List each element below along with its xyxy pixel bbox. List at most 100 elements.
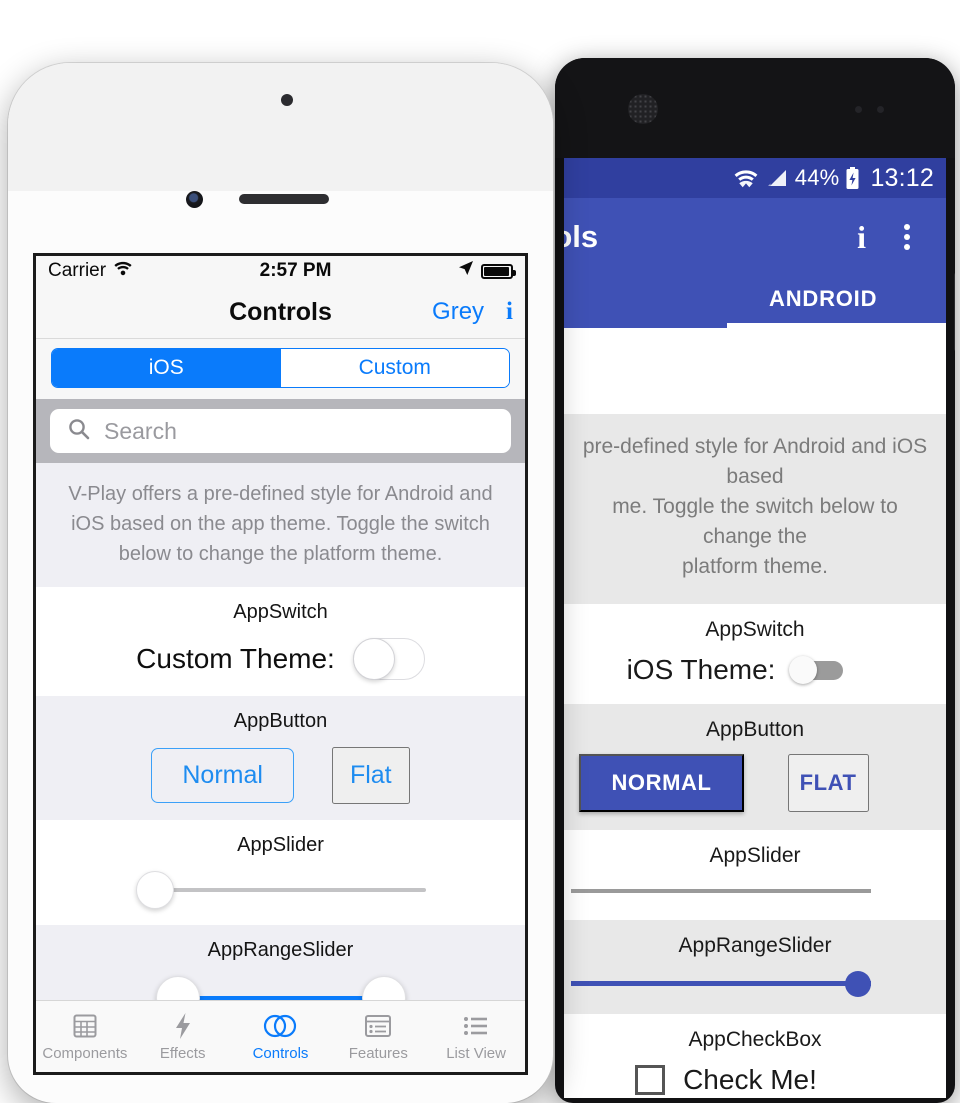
ios-switch-section: AppSwitch Custom Theme:	[36, 587, 525, 696]
ios-tab-bar: Components Effects Controls Features Lis…	[36, 1000, 525, 1072]
tab-features[interactable]: Features	[329, 1011, 427, 1062]
android-app-bar: ntrols i	[564, 198, 946, 276]
android-range-slider-section: AppRangeSlider	[564, 920, 946, 1014]
tab-label: Features	[348, 1045, 408, 1062]
slider-track	[153, 888, 426, 892]
tab-android[interactable]: ANDROID	[769, 286, 877, 312]
ios-flat-button[interactable]: Flat	[331, 747, 410, 804]
ios-button-section: AppButton Normal Flat	[36, 696, 525, 820]
ios-theme-switch[interactable]	[352, 638, 425, 680]
battery-percent-label: 44%	[794, 165, 840, 190]
location-arrow-icon	[458, 260, 474, 282]
ios-description-text: V-Play offers a pre-defined style for An…	[36, 463, 525, 587]
list-icon	[462, 1011, 490, 1041]
android-checkbox-section: AppCheckBox Check Me!	[564, 1014, 946, 1098]
android-theme-switch[interactable]	[789, 656, 844, 684]
ios-switch-label: Custom Theme:	[136, 643, 335, 674]
iphone-top-bezel	[8, 63, 553, 191]
android-content: pre-defined style for Android and iOS ba…	[564, 328, 946, 1098]
tab-effects[interactable]: Effects	[134, 1011, 232, 1062]
tab-label: Effects	[159, 1045, 206, 1062]
android-switch-label: iOS Theme:	[626, 654, 776, 685]
ios-slider[interactable]	[135, 871, 426, 909]
android-flat-button[interactable]: FLAT	[787, 754, 869, 812]
screenshot-stage: 44% 13:12 ntrols i ANDROID pre-define	[0, 0, 960, 1103]
info-icon[interactable]: i	[857, 219, 866, 256]
proximity-sensor-icon	[281, 94, 293, 106]
android-checkbox-title: AppCheckBox	[688, 1028, 822, 1051]
android-button-title: AppButton	[705, 718, 805, 741]
ios-button-title: AppButton	[233, 710, 328, 732]
android-slider-title: AppSlider	[709, 844, 801, 867]
ios-page-title: Controls	[229, 297, 332, 326]
android-normal-button[interactable]: NORMAL	[579, 754, 744, 812]
ios-nav-bar: Controls Grey i	[36, 286, 525, 339]
carrier-label: Carrier	[48, 260, 107, 281]
range-slider-knob-right[interactable]	[845, 971, 871, 997]
android-content-spacer	[564, 328, 946, 414]
range-slider-track	[571, 981, 871, 986]
android-switch-title: AppSwitch	[705, 618, 805, 641]
wifi-icon	[733, 167, 759, 189]
grid-icon	[72, 1011, 98, 1041]
android-description-text: pre-defined style for Android and iOS ba…	[564, 414, 946, 604]
search-icon	[68, 418, 90, 445]
ios-normal-button[interactable]: Normal	[151, 748, 294, 803]
android-slider-section: AppSlider	[564, 830, 946, 920]
slider-knob[interactable]	[135, 871, 174, 909]
android-checkbox[interactable]	[635, 1065, 666, 1095]
android-page-title: ntrols	[564, 219, 599, 254]
earpiece-speaker-icon	[239, 194, 329, 204]
wifi-icon	[113, 260, 133, 282]
android-switch-section: AppSwitch iOS Theme:	[564, 604, 946, 704]
android-sensor-cluster	[855, 106, 893, 113]
segment-ios[interactable]: iOS	[52, 349, 281, 387]
android-checkbox-label: Check Me!	[683, 1064, 817, 1095]
tab-label: Controls	[252, 1045, 309, 1062]
android-tab-bar: ANDROID	[564, 276, 946, 328]
kebab-menu-icon[interactable]	[904, 224, 910, 250]
ios-search-bar[interactable]: Search	[50, 409, 511, 453]
tab-active-indicator	[727, 323, 946, 328]
tab-components[interactable]: Components	[36, 1011, 134, 1062]
ios-slider-title: AppSlider	[237, 834, 324, 856]
card-list-icon	[364, 1011, 392, 1041]
android-earpiece-speaker-icon	[628, 94, 658, 124]
battery-charging-icon	[845, 166, 860, 190]
android-slider[interactable]	[571, 880, 871, 902]
android-top-bezel	[555, 58, 955, 158]
ios-status-bar: Carrier 2:57 PM	[36, 256, 525, 286]
clock-label: 13:12	[870, 163, 934, 192]
battery-icon	[481, 263, 516, 279]
tab-label: Components	[42, 1045, 128, 1062]
segment-custom[interactable]: Custom	[280, 349, 509, 387]
signal-icon	[766, 168, 788, 188]
tab-list-view[interactable]: List View	[427, 1011, 525, 1062]
front-camera-icon	[186, 191, 203, 208]
android-range-slider-title: AppRangeSlider	[678, 934, 832, 957]
info-icon[interactable]: i	[506, 298, 513, 326]
toggle-icon	[263, 1011, 297, 1041]
switch-knob	[352, 638, 395, 680]
ios-clock-label: 2:57 PM	[259, 260, 332, 281]
bolt-icon	[173, 1011, 193, 1041]
slider-track	[571, 889, 871, 893]
iphone-device-frame: Carrier 2:57 PM Controls Grey i iOS Cust…	[8, 63, 553, 1103]
iphone-screen: Carrier 2:57 PM Controls Grey i iOS Cust…	[33, 253, 528, 1075]
android-device-frame: 44% 13:12 ntrols i ANDROID pre-define	[555, 58, 955, 1103]
tab-label: List View	[446, 1045, 506, 1062]
search-input[interactable]: Search	[104, 418, 177, 445]
android-button-section: AppButton NORMAL FLAT	[564, 704, 946, 830]
ios-slider-section: AppSlider	[36, 820, 525, 925]
android-power-button[interactable]	[954, 273, 955, 351]
tab-controls[interactable]: Controls	[232, 1011, 330, 1062]
grey-theme-button[interactable]: Grey	[432, 298, 484, 326]
android-screen: 44% 13:12 ntrols i ANDROID pre-define	[564, 158, 946, 1098]
android-range-slider[interactable]	[571, 970, 871, 997]
ios-search-wrap: Search	[36, 399, 525, 463]
android-status-bar: 44% 13:12	[564, 158, 946, 198]
ios-segmented-control[interactable]: iOS Custom	[51, 348, 510, 388]
ios-segmented-control-wrap: iOS Custom	[36, 339, 525, 399]
ios-range-slider-title: AppRangeSlider	[207, 939, 354, 961]
ios-switch-title: AppSwitch	[233, 601, 328, 623]
